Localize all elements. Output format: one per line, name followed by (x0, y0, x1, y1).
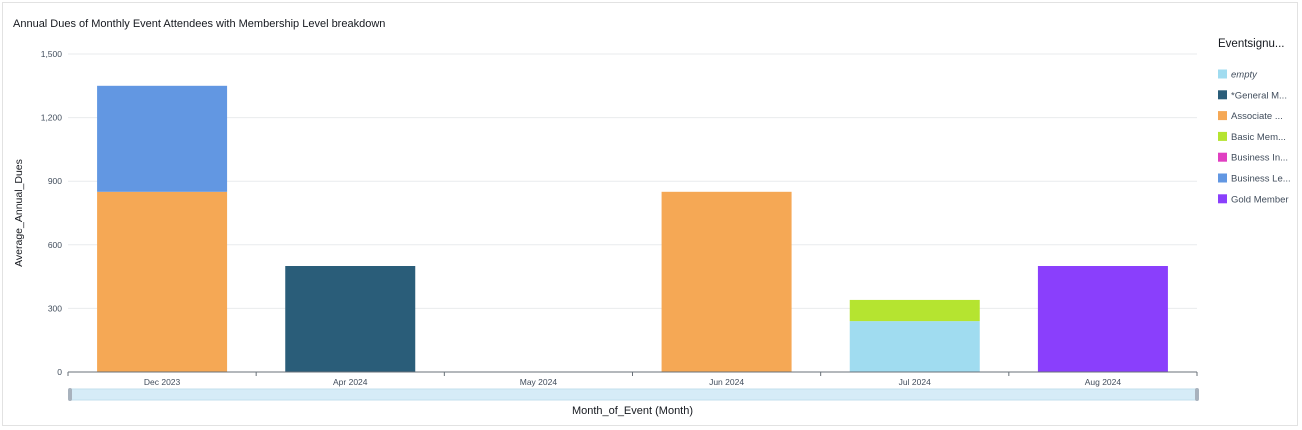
y-tick-label: 1,500 (41, 49, 63, 59)
legend-swatch[interactable] (1218, 90, 1227, 100)
legend-label[interactable]: Associate ... (1231, 111, 1283, 122)
bar-segment[interactable] (285, 266, 416, 372)
x-tick-label: May 2024 (520, 377, 558, 387)
bar-segment[interactable] (849, 299, 980, 322)
x-tick-label: Aug 2024 (1085, 377, 1122, 387)
x-tick-label: Apr 2024 (333, 377, 368, 387)
legend-swatch[interactable] (1218, 152, 1227, 162)
y-tick-label: 1,200 (41, 113, 63, 123)
scrollbar-handle-left[interactable] (68, 388, 72, 401)
x-tick-label: Jun 2024 (709, 377, 744, 387)
legend-swatch[interactable] (1218, 173, 1227, 183)
bar-segment[interactable] (661, 191, 792, 372)
legend-swatch[interactable] (1218, 69, 1227, 79)
legend-label[interactable]: empty (1231, 70, 1258, 81)
legend-label[interactable]: Business In... (1231, 153, 1288, 164)
y-tick-label: 300 (48, 303, 62, 313)
bar-chart: 0 300 600 900 1,200 1,500 Dec 2023 Apr 2024 May … (13, 49, 1291, 417)
legend-swatch[interactable] (1218, 111, 1227, 121)
legend-label[interactable]: *General M... (1231, 90, 1287, 101)
x-axis-label: Month_of_Event (Month) (572, 405, 693, 417)
x-scrollbar[interactable] (69, 388, 1198, 401)
legend-label[interactable]: Gold Member (1231, 194, 1289, 205)
legend-swatch[interactable] (1218, 194, 1227, 204)
bar-segment[interactable] (97, 85, 228, 192)
y-axis-label: Average_Annual_Dues (13, 159, 25, 267)
bar-segment[interactable] (1037, 266, 1168, 372)
bar-segment[interactable] (849, 321, 980, 372)
legend-title: Eventsignu... (1218, 38, 1285, 50)
legend-swatch[interactable] (1218, 131, 1227, 141)
bar-segment[interactable] (97, 191, 228, 372)
y-tick-label: 600 (48, 240, 62, 250)
y-tick-label: 900 (48, 176, 62, 186)
legend-label[interactable]: Business Le... (1231, 174, 1291, 185)
y-tick-label: 0 (57, 367, 62, 377)
scrollbar-handle-right[interactable] (1195, 388, 1199, 401)
x-tick-label: Dec 2023 (144, 377, 181, 387)
legend-label[interactable]: Basic Mem... (1231, 132, 1286, 143)
x-tick-label: Jul 2024 (899, 377, 931, 387)
